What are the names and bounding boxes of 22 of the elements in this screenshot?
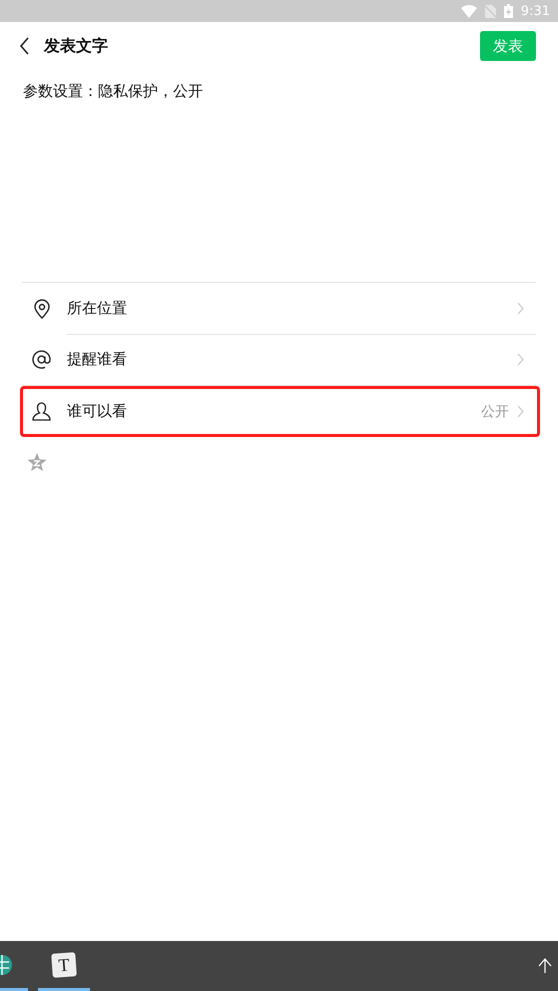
- person-icon: [32, 402, 51, 421]
- option-row[interactable]: 提醒谁看: [22, 334, 536, 385]
- app-tile-icon: T: [51, 952, 77, 978]
- post-text[interactable]: 参数设置：隐私保护，公开: [23, 82, 535, 101]
- at-sign-icon: [32, 350, 51, 369]
- battery-charging-icon: [504, 4, 513, 18]
- taskbar-app[interactable]: T: [38, 941, 90, 991]
- show-hidden-icons-icon[interactable]: [538, 958, 552, 974]
- chevron-right-icon: [517, 302, 524, 315]
- chevron-right-icon: [517, 405, 524, 418]
- no-sim-icon: [484, 4, 496, 18]
- chevron-right-icon: [517, 353, 524, 366]
- star-icon[interactable]: [27, 453, 47, 472]
- option-label: 所在位置: [67, 299, 128, 318]
- page-title: 发表文字: [44, 36, 109, 56]
- option-label: 提醒谁看: [67, 350, 128, 369]
- wifi-icon: [460, 4, 477, 18]
- option-row[interactable]: 所在位置: [22, 283, 536, 334]
- option-row[interactable]: 谁可以看 公开: [22, 385, 536, 437]
- option-value: 公开: [481, 402, 509, 420]
- option-label: 谁可以看: [67, 402, 128, 421]
- location-pin-icon: [32, 298, 50, 318]
